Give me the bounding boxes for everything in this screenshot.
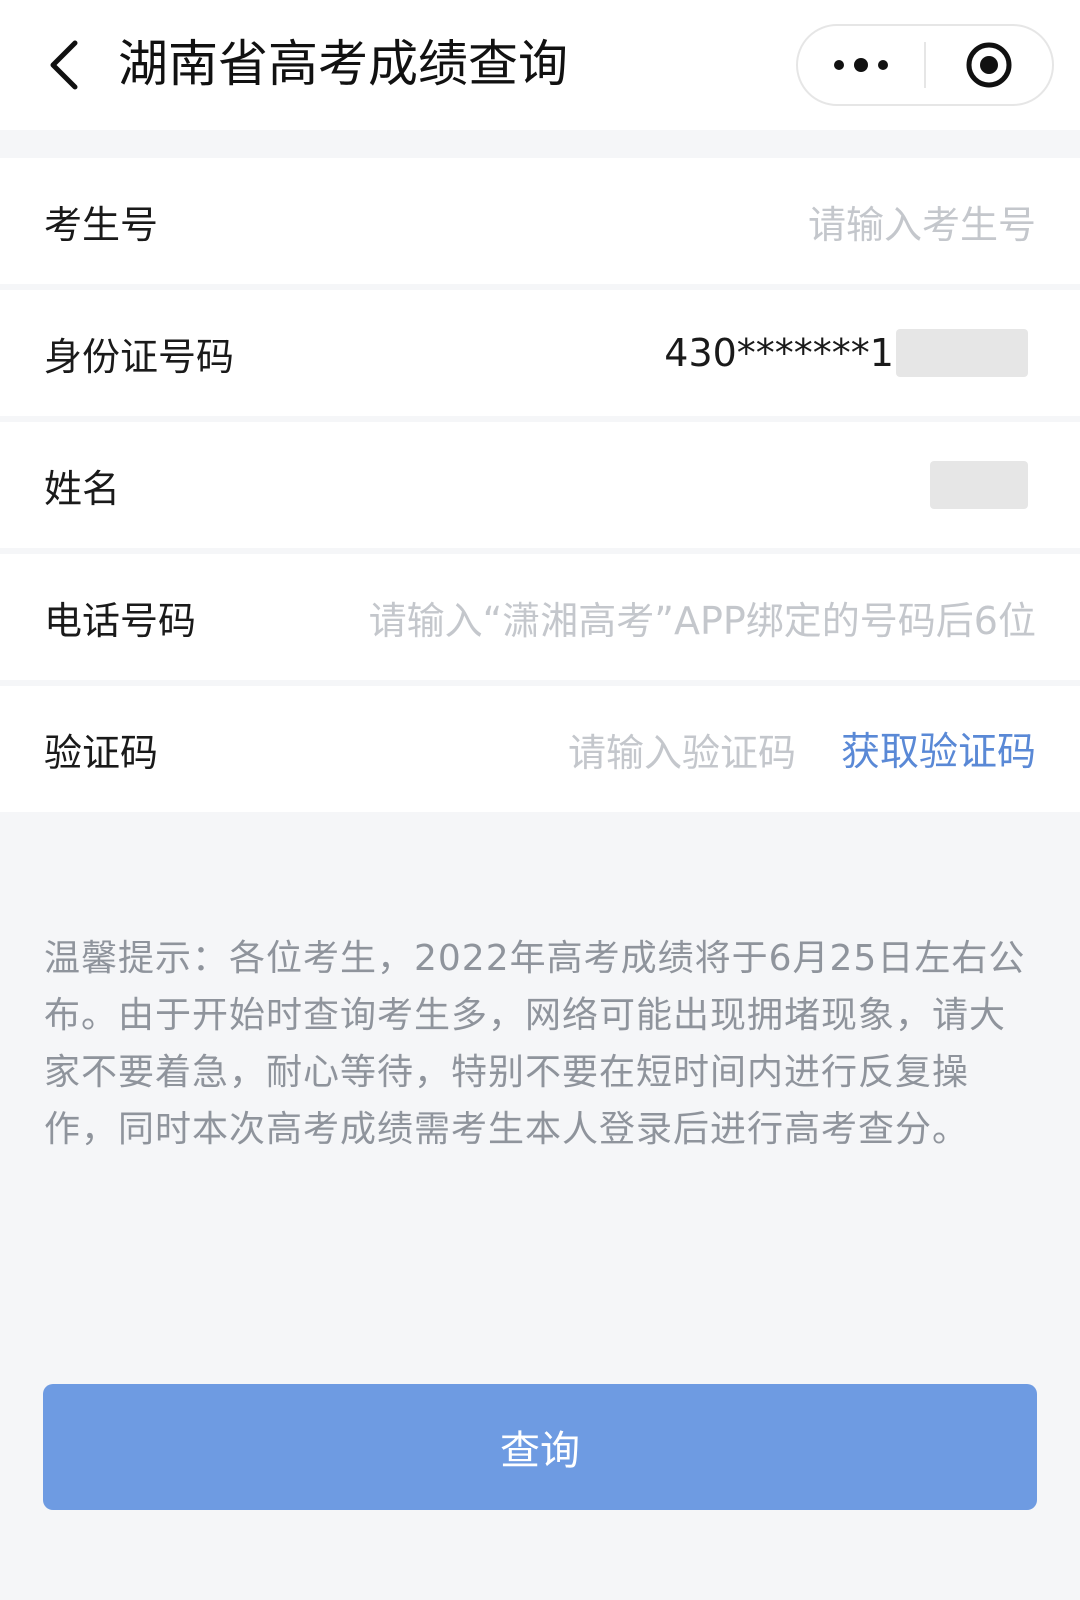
exam-number-row: 考生号 请输入考生号	[0, 158, 1080, 284]
phone-input[interactable]: 请输入“潇湘高考”APP绑定的号码后6位	[369, 554, 1036, 680]
more-button[interactable]	[798, 26, 924, 104]
id-number-blurred	[896, 329, 1028, 377]
exam-number-label: 考生号	[44, 202, 159, 247]
verify-code-label: 验证码	[44, 730, 159, 775]
verify-code-input[interactable]: 请输入验证码	[568, 686, 796, 812]
name-row: 姓名	[0, 422, 1080, 548]
back-button[interactable]	[34, 30, 94, 100]
name-blurred	[930, 461, 1028, 509]
phone-row: 电话号码 请输入“潇湘高考”APP绑定的号码后6位	[0, 554, 1080, 680]
nav-bar: 湖南省高考成绩查询	[0, 0, 1080, 130]
verify-code-row: 验证码 请输入验证码 获取验证码	[0, 686, 1080, 812]
more-dots-icon	[834, 58, 888, 72]
page-title: 湖南省高考成绩查询	[118, 35, 568, 93]
page: 湖南省高考成绩查询 考生号 请输入考生号 身份证号码 430*******1 姓…	[0, 0, 1080, 1600]
mini-program-capsule	[796, 24, 1054, 106]
notice-text: 温馨提示：各位考生，2022年高考成绩将于6月25日左右公布。由于开始时查询考生…	[44, 938, 1026, 1150]
chevron-left-icon	[50, 40, 78, 90]
get-code-button[interactable]: 获取验证码	[841, 686, 1036, 812]
name-input[interactable]	[930, 422, 1028, 548]
close-button[interactable]	[926, 26, 1052, 104]
target-circle-icon	[966, 42, 1012, 88]
id-number-row: 身份证号码 430*******1	[0, 290, 1080, 416]
id-number-label: 身份证号码	[44, 334, 235, 379]
id-number-input[interactable]: 430*******1	[664, 290, 1028, 416]
query-button[interactable]: 查询	[43, 1384, 1037, 1510]
exam-number-input[interactable]: 请输入考生号	[808, 158, 1036, 284]
name-label: 姓名	[44, 466, 121, 511]
phone-label: 电话号码	[44, 598, 197, 643]
id-number-value: 430*******1	[664, 331, 894, 375]
